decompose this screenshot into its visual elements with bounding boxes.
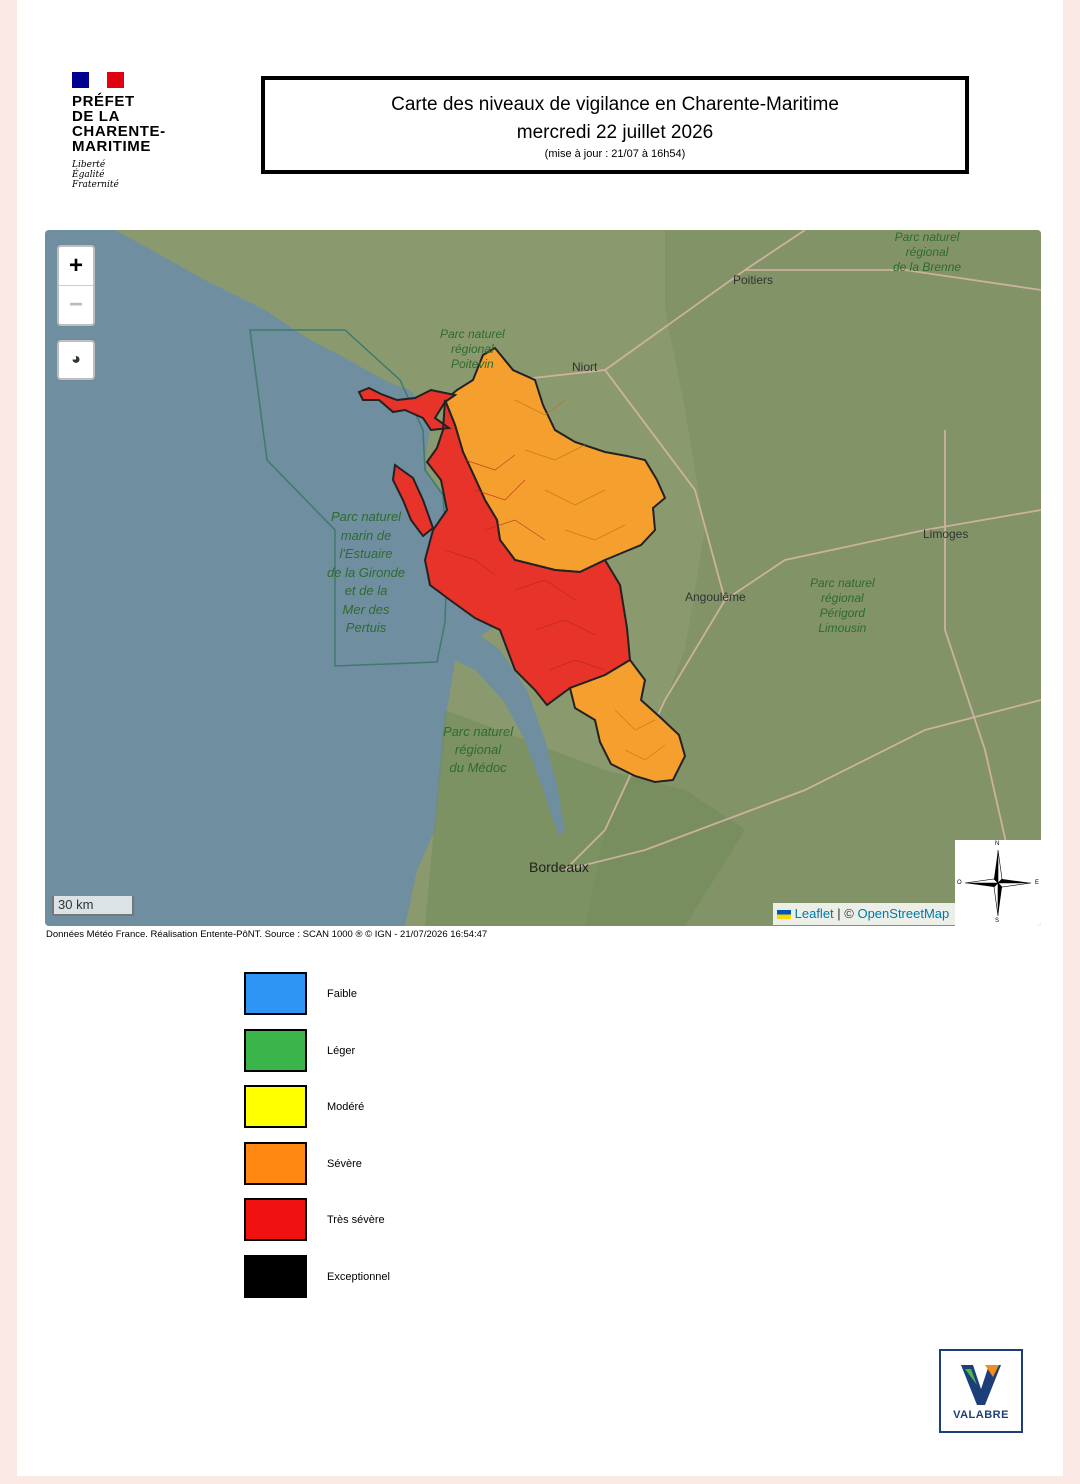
ukraine-flag-icon [777, 910, 791, 920]
leaflet-link[interactable]: Leaflet [795, 906, 834, 921]
park-line: Mer des [342, 601, 390, 617]
map-attribution: Leaflet | © OpenStreetMap [773, 903, 967, 925]
page-title: Carte des niveaux de vigilance en Charen… [391, 94, 839, 115]
logo-line: DE LA [72, 108, 120, 125]
park-label-poitevin: Parc naturel régional Poitevin [440, 327, 505, 372]
zoom-out-button[interactable]: − [59, 286, 93, 324]
legend-swatch [244, 1254, 307, 1298]
compass-s: S [995, 918, 1000, 924]
park-line: Parc naturel [440, 327, 505, 341]
locate-button[interactable]: ◕ [57, 340, 95, 380]
compass-rose: N S E O [955, 840, 1041, 926]
city-niort: Niort [572, 360, 598, 374]
legend-label: Sévère [327, 1157, 362, 1170]
legend-label: Très sévère [327, 1214, 385, 1226]
legend-label: Exceptionnel [327, 1270, 390, 1283]
legend-label: Modéré [327, 1101, 365, 1113]
compass-o: O [957, 880, 962, 886]
park-line: Parc naturel [330, 509, 402, 524]
park-line: Parc naturel [894, 230, 960, 244]
park-line: marin de [340, 527, 392, 543]
city-bordeaux: Bordeaux [529, 859, 589, 875]
park-line: Pertuis [345, 620, 387, 635]
park-line: régional [454, 742, 502, 757]
legend-label: Léger [327, 1044, 356, 1057]
update-time: (mise à jour : 21/07 à 16h54) [544, 148, 686, 160]
park-line: de la Gironde [327, 564, 406, 580]
motto-line: Liberté [72, 160, 106, 170]
park-label-perigord: Parc naturel régional Périgord Limousin [810, 576, 875, 636]
logo-line: PRÉFET [72, 93, 135, 110]
city-limoges: Limoges [923, 527, 969, 541]
city-poitiers: Poitiers [733, 273, 774, 287]
motto-line: Égalité [72, 170, 105, 180]
vigilance-map[interactable]: Parc naturel régional de la Brenne Parc … [45, 230, 1041, 926]
legend-label: Faible [327, 988, 357, 1000]
park-line: de la Brenne [893, 260, 962, 274]
compass-n: N [995, 841, 1000, 847]
legend-swatch [244, 1198, 307, 1241]
french-flag-icon [72, 72, 124, 88]
motto-line: Fraternité [72, 180, 119, 190]
park-line: Parc naturel [443, 724, 514, 739]
compass-e: E [1035, 880, 1040, 886]
park-line: l'Estuaire [339, 546, 393, 561]
osm-link[interactable]: OpenStreetMap [857, 906, 949, 921]
zoom-in-button[interactable]: + [59, 247, 93, 286]
prefecture-name: PRÉFET DE LA CHARENTE- MARITIME [72, 94, 212, 154]
title-box: Carte des niveaux de vigilance en Charen… [261, 76, 969, 174]
attribution-separator: | © [833, 906, 858, 921]
park-line: régional [821, 591, 864, 605]
logo-line: MARITIME [72, 138, 151, 155]
park-line: Poitevin [451, 357, 494, 371]
compass-star-icon [964, 849, 1032, 917]
page: PRÉFET DE LA CHARENTE- MARITIME Liberté … [17, 0, 1063, 1476]
logo-line: CHARENTE- [72, 123, 166, 140]
park-line: Parc naturel [810, 576, 875, 590]
legend-swatch [244, 1085, 307, 1128]
flag-red [106, 72, 124, 88]
park-line: et de la [344, 583, 388, 598]
park-label-medoc: Parc naturel régional du Médoc [443, 723, 513, 777]
flag-white [89, 72, 107, 88]
valabre-v-icon [961, 1365, 1001, 1405]
map-canvas [115, 230, 1041, 926]
legend-swatch [244, 972, 307, 1015]
source-credits: Données Météo France. Réalisation Entent… [46, 929, 488, 940]
park-line: Périgord [819, 606, 866, 620]
park-line: du Médoc [449, 760, 507, 775]
zoom-control: + − [57, 245, 95, 326]
legend-swatch [244, 1028, 307, 1072]
legend-swatch [244, 1141, 307, 1185]
park-line: régional [905, 245, 949, 259]
valabre-logo: VALABRE [939, 1349, 1023, 1433]
valabre-text: VALABRE [953, 1409, 1009, 1421]
globe-icon: ◕ [71, 351, 81, 368]
park-line: régional [451, 342, 494, 356]
republic-motto: Liberté Égalité Fraternité [72, 160, 212, 190]
page-date: mercredi 22 juillet 2026 [516, 122, 714, 143]
park-line: Limousin [818, 621, 867, 635]
park-label-estuaire: Parc naturel marin de l'Estuaire de la G… [327, 508, 405, 638]
city-angouleme: Angoulême [685, 590, 746, 604]
prefecture-logo: PRÉFET DE LA CHARENTE- MARITIME Liberté … [72, 72, 212, 190]
park-label-brenne: Parc naturel régional de la Brenne [893, 230, 961, 275]
flag-blue [72, 72, 90, 88]
scale-bar: 30 km [52, 896, 134, 916]
